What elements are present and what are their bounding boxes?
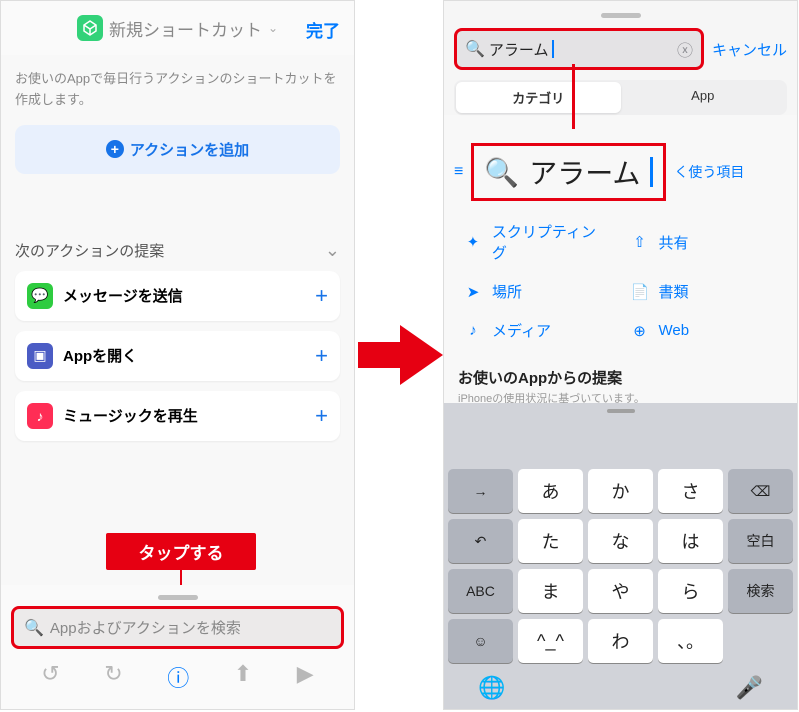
- key-delete[interactable]: ⌫: [728, 469, 793, 513]
- action-send-message[interactable]: 💬 メッセージを送信 +: [15, 271, 340, 321]
- app-suggest-title: お使いのAppからの提案: [458, 367, 783, 388]
- search-input[interactable]: 🔍 アラーム ⓧ: [454, 28, 704, 70]
- key-abc[interactable]: ABC: [448, 569, 513, 613]
- drag-handle[interactable]: [158, 595, 198, 600]
- seg-app[interactable]: App: [621, 82, 786, 113]
- big-search-highlight: 🔍 アラーム: [471, 143, 666, 201]
- frequent-link[interactable]: く使う項目: [674, 162, 744, 182]
- key-undo[interactable]: ↶: [448, 519, 513, 563]
- key-na[interactable]: な: [588, 519, 653, 563]
- chevron-down-icon[interactable]: ⌄: [325, 240, 340, 261]
- chevron-down-icon[interactable]: ⌄: [268, 21, 278, 35]
- share-icon[interactable]: ⬆: [234, 661, 252, 693]
- scripting-icon: ✦: [464, 233, 482, 251]
- cat-share[interactable]: ⇧共有: [631, 221, 778, 263]
- bottom-toolbar: ↺ ↻ ⓘ ⬆ ▶: [1, 649, 354, 701]
- cat-location[interactable]: ➤場所: [464, 281, 611, 302]
- key-emoji[interactable]: ☺: [448, 619, 513, 663]
- add-icon[interactable]: +: [315, 343, 328, 369]
- list-icon[interactable]: ≡: [454, 163, 463, 181]
- key-next[interactable]: →: [448, 469, 513, 513]
- add-action-label: アクションを追加: [130, 139, 249, 160]
- add-icon[interactable]: +: [315, 283, 328, 309]
- callout-label: タップする: [106, 533, 256, 570]
- left-screen: 新規ショートカット ⌄ 完了 お使いのAppで毎日行うアクションのショートカット…: [0, 0, 355, 710]
- plus-icon: +: [106, 140, 124, 158]
- search-placeholder: Appおよびアクションを検索: [50, 617, 241, 638]
- key-punct[interactable]: 、。: [658, 619, 723, 663]
- key-wa[interactable]: わ: [588, 619, 653, 663]
- candidate-bar[interactable]: [448, 423, 793, 463]
- action-label: メッセージを送信: [63, 285, 305, 306]
- header: 新規ショートカット ⌄ 完了: [1, 1, 354, 55]
- action-open-app[interactable]: ▣ Appを開く +: [15, 331, 340, 381]
- search-icon: 🔍: [465, 39, 485, 59]
- right-screen: 🔍 アラーム ⓧ キャンセル カテゴリ App ≡ 🔍 アラーム く使う項目 ✦…: [443, 0, 798, 710]
- search-icon: 🔍: [484, 156, 519, 189]
- clear-icon[interactable]: ⓧ: [677, 37, 693, 61]
- shortcut-icon: [77, 15, 103, 41]
- info-icon[interactable]: ⓘ: [167, 661, 189, 693]
- redo-icon[interactable]: ↻: [104, 661, 122, 693]
- globe-icon[interactable]: 🌐: [478, 675, 505, 701]
- key-ha[interactable]: は: [658, 519, 723, 563]
- segmented-control[interactable]: カテゴリ App: [454, 80, 787, 115]
- key-face[interactable]: ^_^: [518, 619, 583, 663]
- key-a[interactable]: あ: [518, 469, 583, 513]
- key-search[interactable]: 検索: [728, 569, 793, 613]
- key-ta[interactable]: た: [518, 519, 583, 563]
- action-play-music[interactable]: ♪ ミュージックを再生 +: [15, 391, 340, 441]
- add-action-button[interactable]: + アクションを追加: [15, 125, 340, 174]
- key-ka[interactable]: か: [588, 469, 653, 513]
- message-icon: 💬: [27, 283, 53, 309]
- media-icon: ♪: [464, 322, 482, 339]
- app-icon: ▣: [27, 343, 53, 369]
- key-sa[interactable]: さ: [658, 469, 723, 513]
- search-icon: 🔍: [24, 618, 44, 638]
- location-icon: ➤: [464, 283, 482, 301]
- cancel-button[interactable]: キャンセル: [712, 39, 787, 60]
- document-icon: 📄: [631, 283, 649, 301]
- key-ra[interactable]: ら: [658, 569, 723, 613]
- arrow-icon: [358, 320, 443, 390]
- big-search-text: アラーム: [529, 152, 640, 192]
- drag-handle[interactable]: [601, 13, 641, 18]
- search-value: アラーム: [489, 39, 549, 60]
- web-icon: ⊕: [631, 322, 649, 340]
- play-icon[interactable]: ▶: [297, 661, 314, 693]
- key-ya[interactable]: や: [588, 569, 653, 613]
- keyboard-handle[interactable]: [607, 409, 635, 413]
- key-ma[interactable]: ま: [518, 569, 583, 613]
- annotation-line: [572, 64, 575, 129]
- cat-documents[interactable]: 📄書類: [631, 281, 778, 302]
- share-icon: ⇧: [631, 233, 649, 251]
- cat-scripting[interactable]: ✦スクリプティング: [464, 221, 611, 263]
- suggestions-title: 次のアクションの提案: [15, 240, 164, 261]
- done-button[interactable]: 完了: [306, 17, 340, 42]
- description-text: お使いのAppで毎日行うアクションのショートカットを作成します。: [15, 69, 340, 111]
- seg-category[interactable]: カテゴリ: [456, 82, 621, 113]
- search-bar[interactable]: 🔍 Appおよびアクションを検索: [11, 606, 344, 649]
- cat-web[interactable]: ⊕Web: [631, 320, 778, 341]
- undo-icon[interactable]: ↺: [41, 661, 59, 693]
- cat-media[interactable]: ♪メディア: [464, 320, 611, 341]
- music-icon: ♪: [27, 403, 53, 429]
- header-title: 新規ショートカット: [109, 16, 262, 41]
- key-space[interactable]: 空白: [728, 519, 793, 563]
- action-label: Appを開く: [63, 345, 305, 366]
- mic-icon[interactable]: 🎤: [736, 675, 763, 701]
- add-icon[interactable]: +: [315, 403, 328, 429]
- action-label: ミュージックを再生: [63, 405, 305, 426]
- category-grid: ✦スクリプティング ⇧共有 ➤場所 📄書類 ♪メディア ⊕Web: [444, 211, 797, 357]
- keyboard: → あ か さ ⌫ ↶ た な は 空白 ABC ま や ら 検索 ☺: [444, 403, 797, 709]
